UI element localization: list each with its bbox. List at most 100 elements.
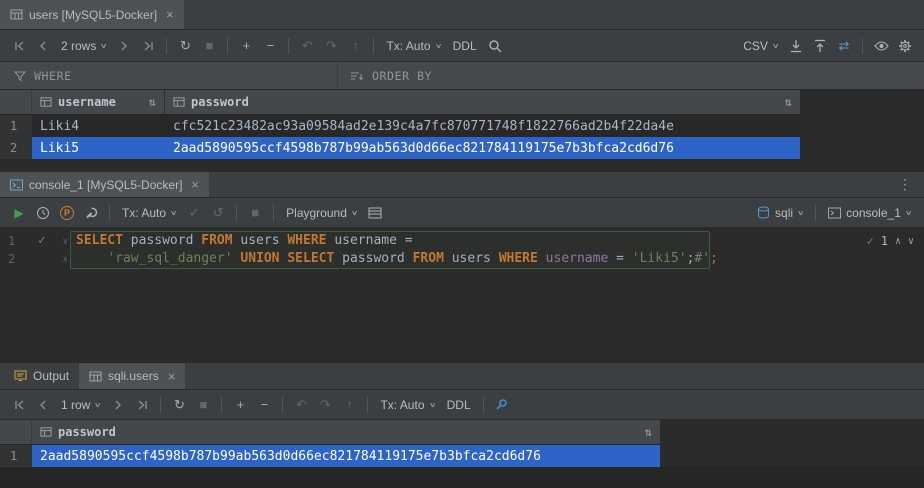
tab-users-grid[interactable]: users [MySQL5-Docker] × [0, 0, 184, 29]
close-icon[interactable]: × [168, 370, 176, 383]
pin-tab-icon[interactable] [491, 394, 513, 416]
ddl-button[interactable]: DDL [448, 39, 482, 53]
reload-icon[interactable]: ↻ [168, 394, 190, 416]
table-icon [89, 370, 102, 383]
statement-result-widget: ✓ 1 ∧ ∨ [866, 234, 914, 248]
stop-icon[interactable]: ■ [244, 202, 266, 224]
grid-corner-cell[interactable] [0, 420, 32, 444]
column-header-username[interactable]: username ⇅ [32, 90, 165, 114]
stop-icon[interactable]: ■ [192, 394, 214, 416]
page-size-dropdown[interactable]: 1 row∨ [56, 398, 105, 412]
fold-marker-icon[interactable]: ∧ [63, 251, 68, 269]
chevron-down-icon: ∨ [428, 401, 436, 409]
cell-password[interactable]: 2aad5890595ccf4598b787b99ab563d0d66ec821… [165, 137, 800, 159]
fold-marker-icon[interactable]: ∨ [63, 233, 68, 251]
next-page-icon[interactable] [113, 35, 135, 57]
column-icon [40, 426, 52, 438]
column-header-password[interactable]: password ⇅ [32, 420, 660, 444]
run-icon[interactable]: ▶ [8, 202, 30, 224]
bottom-filler [0, 467, 924, 488]
next-result-icon[interactable]: ∨ [908, 236, 914, 247]
tx-mode-dropdown[interactable]: Tx: Auto∨ [381, 39, 445, 53]
redo-icon[interactable]: ↷ [320, 35, 342, 57]
order-by-icon [350, 70, 364, 82]
stop-icon[interactable]: ■ [198, 35, 220, 57]
tab-sqli-users[interactable]: sqli.users × [79, 363, 185, 389]
reload-icon[interactable]: ↻ [174, 35, 196, 57]
add-row-icon[interactable]: + [229, 394, 251, 416]
parameters-icon[interactable]: P [56, 202, 78, 224]
order-by-field[interactable]: ORDER BY [338, 62, 924, 89]
sql-editor[interactable]: 1 ✓ ∨ SELECT password FROM users WHERE u… [0, 228, 924, 362]
where-filter-field[interactable]: WHERE [0, 62, 338, 89]
cell-username[interactable]: Liki5 [32, 137, 165, 159]
separator [160, 397, 161, 413]
delete-row-icon[interactable]: − [253, 394, 275, 416]
close-icon[interactable]: × [191, 178, 199, 191]
undo-icon[interactable]: ↶ [290, 394, 312, 416]
console-tab-bar: console_1 [MySQL5-Docker] × ⋮ [0, 172, 924, 198]
compare-icon[interactable]: ⇄ [833, 35, 855, 57]
console-icon [828, 207, 841, 219]
separator [815, 205, 816, 221]
grid-corner-cell[interactable] [0, 90, 32, 114]
history-clock-icon[interactable] [32, 202, 54, 224]
playground-dropdown[interactable]: Playground∨ [281, 206, 362, 220]
cell-username[interactable]: Liki4 [32, 115, 165, 137]
commit-check-icon[interactable]: ✓ [183, 202, 205, 224]
separator [282, 397, 283, 413]
delete-row-icon[interactable]: − [259, 35, 281, 57]
last-page-icon[interactable] [137, 35, 159, 57]
submit-icon[interactable]: ↑ [344, 35, 366, 57]
settings-gear-icon[interactable] [894, 35, 916, 57]
filter-funnel-icon [14, 70, 26, 82]
tx-mode-dropdown[interactable]: Tx: Auto∨ [117, 206, 181, 220]
last-page-icon[interactable] [131, 394, 153, 416]
first-page-icon[interactable] [8, 35, 30, 57]
close-icon[interactable]: × [166, 8, 174, 21]
search-icon[interactable] [484, 35, 506, 57]
separator [109, 205, 110, 221]
import-upload-icon[interactable] [809, 35, 831, 57]
export-download-icon[interactable] [785, 35, 807, 57]
separator [166, 38, 167, 54]
ddl-button[interactable]: DDL [442, 398, 476, 412]
datagrip-window: users [MySQL5-Docker] × 2 rows∨ ↻ ■ + − … [0, 0, 924, 488]
row-number[interactable]: 1 [0, 115, 32, 137]
cell-password[interactable]: 2aad5890595ccf4598b787b99ab563d0d66ec821… [32, 445, 660, 467]
sql-code-line: SELECT password FROM users WHERE usernam… [70, 232, 413, 250]
first-page-icon[interactable] [8, 394, 30, 416]
where-label: WHERE [34, 69, 72, 83]
row-number[interactable]: 2 [0, 137, 32, 159]
bottom-tool-tabs: Output sqli.users × [0, 362, 924, 390]
wrench-settings-icon[interactable] [80, 202, 102, 224]
column-icon [173, 96, 185, 108]
tx-mode-dropdown[interactable]: Tx: Auto∨ [375, 398, 439, 412]
prev-page-icon[interactable] [32, 394, 54, 416]
view-options-eye-icon[interactable] [870, 35, 892, 57]
next-page-icon[interactable] [107, 394, 129, 416]
undo-icon[interactable]: ↶ [296, 35, 318, 57]
export-format-dropdown[interactable]: CSV∨ [738, 39, 783, 53]
page-size-dropdown[interactable]: 2 rows∨ [56, 39, 111, 53]
kebab-menu-icon[interactable]: ⋮ [886, 172, 924, 197]
prev-result-icon[interactable]: ∧ [895, 236, 901, 247]
column-header-password[interactable]: password ⇅ [165, 90, 800, 114]
redo-icon[interactable]: ↷ [314, 394, 336, 416]
executed-ok-icon: ✓ [38, 232, 46, 250]
cell-password[interactable]: cfc521c23482ac93a09584ad2e139c4a7fc87077… [165, 115, 800, 137]
chevron-down-icon: ∨ [797, 209, 805, 217]
tab-console-1[interactable]: console_1 [MySQL5-Docker] × [0, 172, 209, 197]
tab-output[interactable]: Output [4, 363, 79, 389]
prev-page-icon[interactable] [32, 35, 54, 57]
schema-dropdown[interactable]: sqli∨ [752, 206, 808, 220]
separator [862, 38, 863, 54]
console-dropdown[interactable]: console_1∨ [823, 206, 916, 220]
rollback-icon[interactable]: ↺ [207, 202, 229, 224]
add-row-icon[interactable]: + [235, 35, 257, 57]
results-view-icon[interactable] [364, 202, 386, 224]
submit-icon[interactable]: ↑ [338, 394, 360, 416]
row-number[interactable]: 1 [0, 445, 32, 467]
table-row-selected: 1 2aad5890595ccf4598b787b99ab563d0d66ec8… [0, 445, 660, 467]
column-icon [40, 96, 52, 108]
